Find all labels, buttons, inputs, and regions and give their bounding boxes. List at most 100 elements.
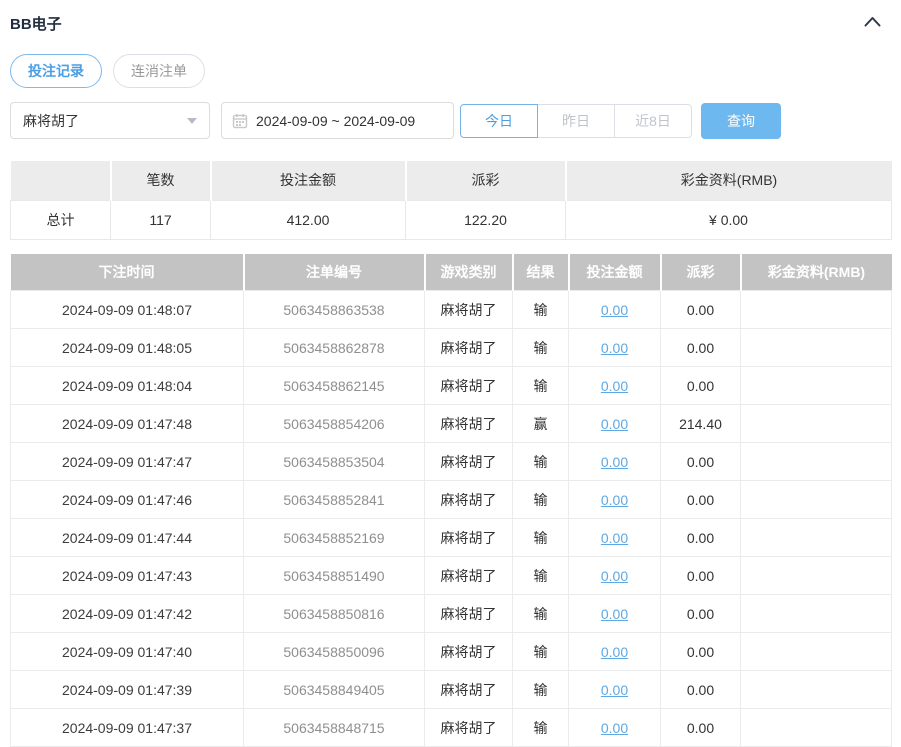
bet-time: 2024-09-09 01:47:39 (11, 671, 244, 709)
collapse-panel-button[interactable] (861, 14, 883, 32)
summary-total-bonus: ¥ 0.00 (566, 200, 892, 239)
bet-time: 2024-09-09 01:47:44 (11, 519, 244, 557)
bet-amount-link[interactable]: 0.00 (601, 492, 628, 508)
bet-amount-link[interactable]: 0.00 (601, 682, 628, 698)
summary-header-blank (11, 161, 111, 200)
game-type: 麻将胡了 (425, 709, 513, 747)
bet-time: 2024-09-09 01:47:46 (11, 481, 244, 519)
game-select-value: 麻将胡了 (23, 111, 79, 131)
bet-result: 输 (513, 557, 569, 595)
order-id: 5063458862878 (244, 329, 425, 367)
table-row: 2024-09-09 01:47:37 5063458848715 麻将胡了 输… (11, 709, 892, 747)
bet-amount-link[interactable]: 0.00 (601, 720, 628, 736)
header-result: 结果 (513, 254, 569, 291)
bonus-value (741, 595, 892, 633)
bet-time: 2024-09-09 01:47:47 (11, 443, 244, 481)
bet-amount-link[interactable]: 0.00 (601, 568, 628, 584)
order-id: 5063458851490 (244, 557, 425, 595)
game-type: 麻将胡了 (425, 633, 513, 671)
bet-result: 赢 (513, 405, 569, 443)
tab-bet-records[interactable]: 投注记录 (10, 54, 102, 88)
bet-result: 输 (513, 367, 569, 405)
game-type: 麻将胡了 (425, 405, 513, 443)
bonus-value (741, 671, 892, 709)
header-bonus: 彩金资料(RMB) (741, 254, 892, 291)
date-range-input[interactable]: 2024-09-09 ~ 2024-09-09 (221, 102, 454, 139)
calendar-icon (232, 113, 248, 129)
table-row: 2024-09-09 01:47:44 5063458852169 麻将胡了 输… (11, 519, 892, 557)
panel-header: BB电子 (10, 12, 891, 34)
bet-result: 输 (513, 481, 569, 519)
quick-range-yesterday[interactable]: 昨日 (537, 104, 615, 138)
bet-time: 2024-09-09 01:47:42 (11, 595, 244, 633)
bet-result: 输 (513, 595, 569, 633)
game-type: 麻将胡了 (425, 671, 513, 709)
order-id: 5063458852841 (244, 481, 425, 519)
filter-bar: 麻将胡了 2024-09-09 ~ 2024-09-09 今日 昨日 近8日 查… (10, 102, 891, 139)
bet-amount-link[interactable]: 0.00 (601, 340, 628, 356)
query-button[interactable]: 查询 (701, 103, 781, 139)
record-type-tabs: 投注记录 连消注单 (10, 54, 891, 88)
payout-value: 0.00 (661, 671, 741, 709)
quick-range-last8days[interactable]: 近8日 (614, 104, 692, 138)
bet-amount-link[interactable]: 0.00 (601, 644, 628, 660)
bet-amount-link[interactable]: 0.00 (601, 302, 628, 318)
table-row: 2024-09-09 01:47:39 5063458849405 麻将胡了 输… (11, 671, 892, 709)
summary-total-label: 总计 (11, 200, 111, 239)
order-id: 5063458849405 (244, 671, 425, 709)
order-id: 5063458852169 (244, 519, 425, 557)
bonus-value (741, 329, 892, 367)
payout-value: 0.00 (661, 595, 741, 633)
payout-value: 0.00 (661, 367, 741, 405)
game-type: 麻将胡了 (425, 519, 513, 557)
table-row: 2024-09-09 01:47:47 5063458853504 麻将胡了 输… (11, 443, 892, 481)
page-title: BB电子 (10, 13, 62, 34)
bet-result: 输 (513, 633, 569, 671)
bet-result: 输 (513, 709, 569, 747)
bet-amount-link[interactable]: 0.00 (601, 416, 628, 432)
payout-value: 0.00 (661, 633, 741, 671)
header-payout: 派彩 (661, 254, 741, 291)
bet-amount-link[interactable]: 0.00 (601, 378, 628, 394)
bet-time: 2024-09-09 01:47:48 (11, 405, 244, 443)
date-range-value: 2024-09-09 ~ 2024-09-09 (256, 113, 415, 129)
bonus-value (741, 557, 892, 595)
summary-header-count: 笔数 (111, 161, 211, 200)
header-game-type: 游戏类别 (425, 254, 513, 291)
bet-result: 输 (513, 519, 569, 557)
summary-total-row: 总计 117 412.00 122.20 ¥ 0.00 (11, 200, 892, 239)
summary-table: 笔数 投注金额 派彩 彩金资料(RMB) 总计 117 412.00 122.2… (10, 161, 892, 240)
bonus-value (741, 481, 892, 519)
bet-time: 2024-09-09 01:47:40 (11, 633, 244, 671)
summary-total-bet-amount: 412.00 (211, 200, 406, 239)
summary-total-count: 117 (111, 200, 211, 239)
bet-amount-link[interactable]: 0.00 (601, 606, 628, 622)
game-type: 麻将胡了 (425, 481, 513, 519)
payout-value: 0.00 (661, 557, 741, 595)
game-select[interactable]: 麻将胡了 (10, 102, 210, 139)
payout-value: 0.00 (661, 443, 741, 481)
bonus-value (741, 443, 892, 481)
table-row: 2024-09-09 01:48:07 5063458863538 麻将胡了 输… (11, 291, 892, 329)
payout-value: 0.00 (661, 481, 741, 519)
order-id: 5063458862145 (244, 367, 425, 405)
header-bet-amount: 投注金额 (569, 254, 661, 291)
bet-result: 输 (513, 291, 569, 329)
tab-cancelled-orders[interactable]: 连消注单 (113, 54, 205, 88)
bonus-value (741, 405, 892, 443)
table-row: 2024-09-09 01:48:04 5063458862145 麻将胡了 输… (11, 367, 892, 405)
table-row: 2024-09-09 01:47:42 5063458850816 麻将胡了 输… (11, 595, 892, 633)
game-type: 麻将胡了 (425, 367, 513, 405)
game-type: 麻将胡了 (425, 443, 513, 481)
bonus-value (741, 633, 892, 671)
payout-value: 0.00 (661, 709, 741, 747)
payout-value: 0.00 (661, 329, 741, 367)
bet-time: 2024-09-09 01:47:37 (11, 709, 244, 747)
bet-amount-link[interactable]: 0.00 (601, 530, 628, 546)
payout-value: 214.40 (661, 405, 741, 443)
order-id: 5063458850096 (244, 633, 425, 671)
quick-range-today[interactable]: 今日 (460, 104, 538, 138)
chevron-up-icon (864, 14, 881, 32)
order-id: 5063458853504 (244, 443, 425, 481)
bet-amount-link[interactable]: 0.00 (601, 454, 628, 470)
